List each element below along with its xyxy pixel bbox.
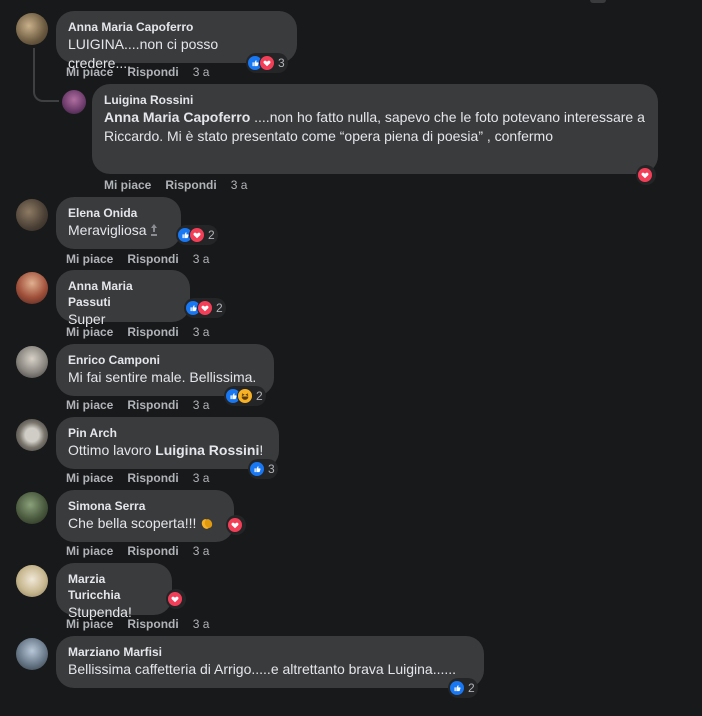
like-icon xyxy=(249,461,265,477)
comment-bubble: Luigina Rossini Anna Maria Capoferro ...… xyxy=(92,84,658,174)
comment-text: Anna Maria Capoferro ....non ho fatto nu… xyxy=(104,108,646,146)
heart-icon xyxy=(637,167,653,183)
reply-link[interactable]: Rispondi xyxy=(127,325,178,339)
like-link[interactable]: Mi piace xyxy=(66,398,113,412)
comment-actions: Mi piace Rispondi 3 a xyxy=(66,325,209,339)
comment-text: Bellissima caffetteria di Arrigo.....e a… xyxy=(68,661,457,677)
avatar[interactable] xyxy=(16,346,48,378)
comment-author[interactable]: Anna Maria Passuti xyxy=(68,278,178,310)
reply-link[interactable]: Rispondi xyxy=(127,617,178,631)
heart-icon xyxy=(227,517,243,533)
timestamp[interactable]: 3 a xyxy=(193,617,210,631)
timestamp[interactable]: 3 a xyxy=(193,398,210,412)
like-link[interactable]: Mi piace xyxy=(66,325,113,339)
reply-link[interactable]: Rispondi xyxy=(127,471,178,485)
timestamp[interactable]: 3 a xyxy=(193,65,210,79)
timestamp[interactable]: 3 a xyxy=(231,178,248,192)
like-link[interactable]: Mi piace xyxy=(66,65,113,79)
comment-body: Meravigliosa xyxy=(68,222,147,238)
clapping-hands-icon xyxy=(202,519,213,529)
avatar[interactable] xyxy=(16,272,48,304)
timestamp[interactable]: 3 a xyxy=(193,544,210,558)
reaction-count: 2 xyxy=(256,389,263,403)
comment-author[interactable]: Anna Maria Capoferro xyxy=(68,19,285,35)
reaction-count: 2 xyxy=(216,301,223,315)
avatar[interactable] xyxy=(16,419,48,451)
reaction-summary[interactable]: 3 xyxy=(248,459,278,479)
comment-bubble: Marzia Turicchia Stupenda! xyxy=(56,563,172,620)
like-link[interactable]: Mi piace xyxy=(66,471,113,485)
avatar[interactable] xyxy=(16,638,48,670)
timestamp[interactable]: 3 a xyxy=(193,471,210,485)
comment-author[interactable]: Simona Serra xyxy=(68,498,222,514)
comment-text: Che bella scoperta!!! xyxy=(68,514,222,533)
reply-link[interactable]: Rispondi xyxy=(127,65,178,79)
comment-text: Meravigliosa xyxy=(68,221,169,240)
comment-actions: Mi piace Rispondi 3 a xyxy=(66,252,209,266)
previous-badge-fragment xyxy=(590,0,606,3)
avatar[interactable] xyxy=(16,492,48,524)
timestamp[interactable]: 3 a xyxy=(193,252,210,266)
reaction-summary[interactable] xyxy=(166,589,186,609)
timestamp[interactable]: 3 a xyxy=(193,325,210,339)
comment-actions: Mi piace Rispondi 3 a xyxy=(104,178,247,192)
comment-author[interactable]: Elena Onida xyxy=(68,205,169,221)
haha-icon xyxy=(237,388,253,404)
reply-link[interactable]: Rispondi xyxy=(127,252,178,266)
comment-author[interactable]: Enrico Camponi xyxy=(68,352,262,368)
comment-body: Che bella scoperta!!! xyxy=(68,515,201,531)
avatar[interactable] xyxy=(16,565,48,597)
avatar[interactable] xyxy=(16,13,48,45)
heart-icon xyxy=(167,591,183,607)
comment-author[interactable]: Marzia Turicchia xyxy=(68,571,160,603)
like-link[interactable]: Mi piace xyxy=(66,617,113,631)
comment-text: Mi fai sentire male. Bellissima. xyxy=(68,369,257,385)
comment-actions: Mi piace Rispondi 3 a xyxy=(66,65,209,79)
comment-author[interactable]: Marziano Marfisi xyxy=(68,644,472,660)
comment-actions: Mi piace Rispondi 3 a xyxy=(66,617,209,631)
heart-icon xyxy=(189,227,205,243)
comment-text: Ottimo lavoro Luigina Rossini! xyxy=(68,441,267,460)
reaction-count: 2 xyxy=(208,228,215,242)
reaction-summary[interactable]: 2 xyxy=(184,298,226,318)
comment-body-end: ! xyxy=(259,442,264,458)
comment-body: Ottimo lavoro xyxy=(68,442,156,458)
reaction-summary[interactable]: 2 xyxy=(176,225,218,245)
comment-bubble: Pin Arch Ottimo lavoro Luigina Rossini! xyxy=(56,417,279,469)
reply-link[interactable]: Rispondi xyxy=(165,178,216,192)
comment-bubble: Simona Serra Che bella scoperta!!! xyxy=(56,490,234,542)
reply-link[interactable]: Rispondi xyxy=(127,544,178,558)
mention-link[interactable]: Anna Maria Capoferro xyxy=(104,109,250,125)
reply-link[interactable]: Rispondi xyxy=(127,398,178,412)
thumbs-up-top-icon xyxy=(150,224,157,236)
reaction-count: 2 xyxy=(468,681,475,695)
heart-icon xyxy=(259,55,275,71)
reaction-count: 3 xyxy=(278,56,285,70)
reaction-summary[interactable]: 2 xyxy=(224,386,266,406)
comment-actions: Mi piace Rispondi 3 a xyxy=(66,471,209,485)
avatar[interactable] xyxy=(16,199,48,231)
comment-bubble: Anna Maria Passuti Super xyxy=(56,270,190,327)
comment-bubble: Marziano Marfisi Bellissima caffetteria … xyxy=(56,636,484,688)
reaction-summary[interactable]: 3 xyxy=(246,53,288,73)
like-link[interactable]: Mi piace xyxy=(66,252,113,266)
like-link[interactable]: Mi piace xyxy=(66,544,113,558)
reaction-summary[interactable] xyxy=(636,165,656,185)
mention-link[interactable]: Luigina Rossini xyxy=(155,442,259,458)
like-icon xyxy=(449,680,465,696)
comment-author[interactable]: Pin Arch xyxy=(68,425,267,441)
reaction-summary[interactable]: 2 xyxy=(448,678,478,698)
avatar[interactable] xyxy=(62,90,86,114)
heart-icon xyxy=(197,300,213,316)
reaction-summary[interactable] xyxy=(226,515,246,535)
comment-author[interactable]: Luigina Rossini xyxy=(104,92,646,108)
like-link[interactable]: Mi piace xyxy=(104,178,151,192)
comment-actions: Mi piace Rispondi 3 a xyxy=(66,544,209,558)
comment-bubble: Elena Onida Meravigliosa xyxy=(56,197,181,249)
comment-actions: Mi piace Rispondi 3 a xyxy=(66,398,209,412)
reaction-count: 3 xyxy=(268,462,275,476)
thread-connector xyxy=(33,48,59,102)
